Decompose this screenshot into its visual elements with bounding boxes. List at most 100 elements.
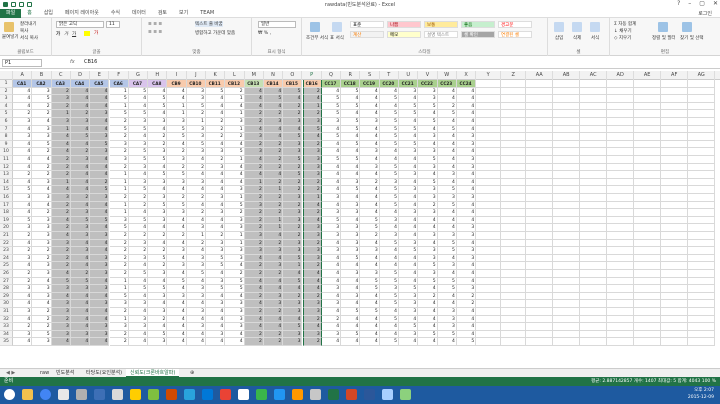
maximize-icon[interactable]: ▢ xyxy=(699,0,705,7)
empty-cell[interactable] xyxy=(553,87,581,96)
data-cell[interactable]: 3 xyxy=(225,308,245,316)
column-header[interactable]: AD xyxy=(607,71,635,80)
empty-cell[interactable] xyxy=(553,102,581,111)
data-cell[interactable]: 4 xyxy=(360,95,380,103)
empty-cell[interactable] xyxy=(501,232,527,240)
empty-cell[interactable] xyxy=(688,133,716,141)
data-cell[interactable]: 3 xyxy=(70,247,91,255)
data-cell[interactable]: 2 xyxy=(13,270,33,278)
empty-cell[interactable] xyxy=(476,156,502,164)
data-cell[interactable]: 4 xyxy=(321,201,342,210)
empty-cell[interactable] xyxy=(634,80,662,88)
data-cell[interactable]: 4 xyxy=(206,338,226,346)
data-cell[interactable]: 4 xyxy=(70,239,91,248)
data-cell[interactable]: 1 xyxy=(225,125,245,134)
data-cell[interactable]: 2 xyxy=(418,292,438,301)
empty-cell[interactable] xyxy=(661,140,689,149)
data-cell[interactable]: 4 xyxy=(167,140,187,149)
data-cell[interactable]: 4 xyxy=(263,285,284,293)
data-cell[interactable]: 3 xyxy=(186,133,206,141)
data-cell[interactable]: 2 xyxy=(244,308,264,316)
data-cell[interactable]: 4 xyxy=(302,270,322,278)
empty-cell[interactable] xyxy=(634,102,662,111)
sheet-tab[interactable]: 타당도(요인분석) xyxy=(82,369,126,377)
app-icon[interactable] xyxy=(220,389,231,400)
data-cell[interactable]: 2 xyxy=(302,87,322,96)
data-cell[interactable]: 4 xyxy=(90,156,110,164)
empty-cell[interactable] xyxy=(501,209,527,217)
data-cell[interactable]: 5 xyxy=(90,216,110,225)
empty-cell[interactable] xyxy=(526,95,554,103)
empty-cell[interactable] xyxy=(476,118,502,126)
data-cell[interactable]: 5 xyxy=(225,277,245,286)
data-cell[interactable]: 4 xyxy=(399,232,419,240)
data-cell[interactable]: 3 xyxy=(360,163,380,172)
empty-cell[interactable] xyxy=(553,262,581,270)
font-name-select[interactable]: 맑은 고딕 xyxy=(56,21,104,28)
empty-cell[interactable] xyxy=(607,262,635,270)
empty-cell[interactable] xyxy=(661,216,689,225)
data-cell[interactable]: 3 xyxy=(399,87,419,96)
data-cell[interactable]: 5 xyxy=(283,133,303,141)
data-cell[interactable]: 3 xyxy=(167,209,187,217)
data-cell[interactable]: 5 xyxy=(32,95,52,103)
data-cell[interactable]: 3 xyxy=(418,133,438,141)
data-cell[interactable]: 4 xyxy=(437,148,457,156)
data-cell[interactable]: 3 xyxy=(283,308,303,316)
data-cell[interactable]: 2 xyxy=(109,239,129,248)
column-header[interactable]: N xyxy=(264,71,284,80)
empty-cell[interactable] xyxy=(634,308,662,316)
data-cell[interactable]: 5 xyxy=(70,133,91,141)
data-cell[interactable]: 3 xyxy=(225,118,245,126)
data-cell[interactable]: 2 xyxy=(70,110,91,118)
data-cell[interactable]: 5 xyxy=(399,110,419,118)
data-cell[interactable]: 5 xyxy=(437,285,457,293)
data-cell[interactable]: 5 xyxy=(109,95,129,103)
empty-cell[interactable] xyxy=(580,110,608,118)
data-cell[interactable]: 4 xyxy=(244,95,264,103)
row-header[interactable]: 26 xyxy=(0,270,13,278)
empty-cell[interactable] xyxy=(580,140,608,149)
data-cell[interactable]: 5 xyxy=(167,171,187,179)
data-cell[interactable]: 4 xyxy=(418,323,438,331)
empty-cell[interactable] xyxy=(553,178,581,187)
data-cell[interactable]: 3 xyxy=(302,232,322,240)
data-cell[interactable]: 4 xyxy=(456,186,477,194)
data-cell[interactable]: 2 xyxy=(437,102,457,111)
empty-cell[interactable] xyxy=(553,224,581,232)
data-cell[interactable]: 4 xyxy=(225,140,245,149)
empty-cell[interactable] xyxy=(501,118,527,126)
empty-cell[interactable] xyxy=(501,323,527,331)
empty-cell[interactable] xyxy=(580,232,608,240)
data-cell[interactable]: 3 xyxy=(418,247,438,255)
data-cell[interactable]: 2 xyxy=(302,186,322,194)
empty-cell[interactable] xyxy=(688,178,716,187)
empty-cell[interactable] xyxy=(661,323,689,331)
data-cell[interactable]: 4 xyxy=(225,338,245,346)
data-cell[interactable]: 4 xyxy=(148,224,168,232)
data-cell[interactable]: 1 xyxy=(109,178,129,187)
data-cell[interactable]: 4 xyxy=(379,148,399,156)
data-cell[interactable]: 2 xyxy=(109,118,129,126)
data-cell[interactable]: 2 xyxy=(206,133,226,141)
empty-cell[interactable] xyxy=(553,194,581,202)
data-cell[interactable]: 3 xyxy=(321,194,342,202)
empty-cell[interactable] xyxy=(607,216,635,225)
data-cell[interactable]: 3 xyxy=(128,315,149,324)
data-cell[interactable]: 2 xyxy=(109,232,129,240)
data-cell[interactable]: 4 xyxy=(456,323,477,331)
data-cell[interactable]: 4 xyxy=(90,247,110,255)
empty-cell[interactable] xyxy=(476,110,502,118)
data-cell[interactable]: 5 xyxy=(341,87,361,96)
data-cell[interactable]: 3 xyxy=(51,330,71,339)
data-cell[interactable]: 4 xyxy=(167,87,187,96)
empty-cell[interactable] xyxy=(607,87,635,96)
data-cell[interactable]: 4 xyxy=(437,156,457,164)
data-cell[interactable]: 4 xyxy=(128,224,149,232)
row-header[interactable]: 11 xyxy=(0,156,13,164)
data-cell[interactable]: 2 xyxy=(263,148,284,156)
data-cell[interactable]: 3 xyxy=(456,254,477,263)
data-cell[interactable]: 4 xyxy=(51,216,71,225)
empty-cell[interactable] xyxy=(526,171,554,179)
empty-cell[interactable] xyxy=(526,300,554,308)
